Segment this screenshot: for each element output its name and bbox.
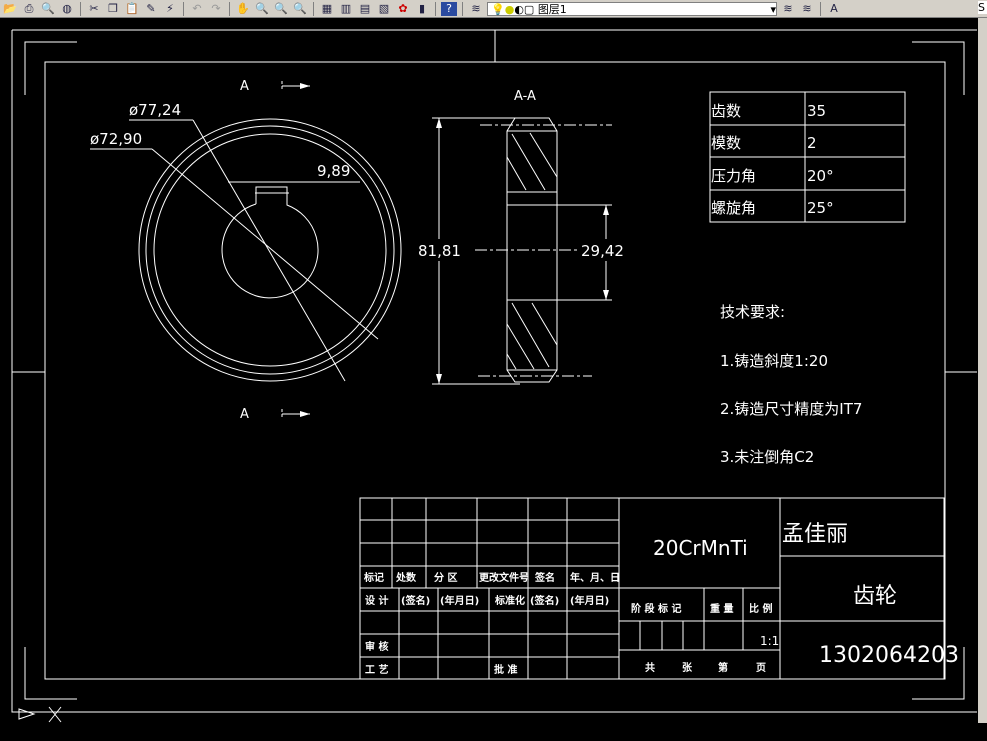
copy-icon[interactable]: ❐	[105, 2, 121, 16]
dim-bore: 29,42	[581, 242, 624, 260]
tech-requirement: 1.铸造斜度1:20	[720, 352, 828, 370]
param-label: 齿数	[711, 102, 741, 120]
param-value: 2	[807, 134, 817, 152]
print-icon[interactable]: ⎙	[21, 2, 37, 16]
tech-requirements-title: 技术要求:	[720, 303, 785, 321]
tb-author: 孟佳丽	[782, 522, 848, 547]
text-style-icon[interactable]: A	[826, 2, 842, 16]
tb-review: 审 核	[365, 640, 388, 653]
tb-design: (年月日)	[570, 594, 609, 607]
zoom-window-icon[interactable]: 🔍	[273, 2, 289, 16]
tb-sheets: 页	[756, 662, 766, 674]
sheet-set-icon[interactable]: ▧	[376, 2, 392, 16]
block-editor-icon[interactable]: ⚡	[162, 2, 178, 16]
param-label: 螺旋角	[711, 199, 756, 217]
right-toolbar-strip: S	[978, 1, 987, 723]
tb-design: (签名)	[530, 594, 559, 607]
tb-sheets: 张	[682, 661, 693, 674]
tb-design: (签名)	[401, 594, 430, 607]
tb-part-name: 齿轮	[853, 584, 897, 609]
tb-process: 工 艺	[365, 663, 388, 676]
param-label: 模数	[711, 134, 741, 152]
design-center-icon[interactable]: ▥	[338, 2, 354, 16]
tb-sheets: 第	[718, 661, 728, 674]
tb-sheets: 共	[645, 661, 655, 674]
layer-name: 图层1	[537, 2, 567, 16]
tb-design: (年月日)	[440, 594, 479, 607]
tb-stage: 阶 段 标 记	[631, 602, 681, 615]
tech-requirement: 2.铸造尺寸精度为IT7	[720, 400, 862, 418]
match-properties-icon[interactable]: ✎	[143, 2, 159, 16]
tb-drawing-number: 1302064203	[819, 643, 959, 668]
param-value: 20°	[807, 167, 834, 185]
section-title: A-A	[514, 89, 536, 104]
drawing-frame	[11, 29, 977, 713]
tb-header: 更改文件号	[479, 571, 529, 584]
pan-icon[interactable]: ✋	[235, 2, 251, 16]
dim-root-diameter: ø72,90	[90, 130, 142, 148]
param-value: 35	[807, 102, 826, 120]
zoom-previous-icon[interactable]: 🔍	[292, 2, 308, 16]
lightbulb-icon: 💡	[491, 2, 505, 16]
param-label: 压力角	[711, 167, 756, 185]
chevron-down-icon: ▾	[770, 2, 776, 16]
zoom-realtime-icon[interactable]: 🔍	[254, 2, 270, 16]
ucs-icon	[18, 706, 62, 723]
markup-icon[interactable]: ✿	[395, 2, 411, 16]
tb-header: 分 区	[434, 571, 457, 584]
tb-header: 签名	[534, 571, 555, 584]
section-label-bottom: A	[240, 407, 249, 422]
tb-weight: 重 量	[710, 602, 733, 615]
right-label: S	[978, 1, 987, 14]
paste-icon[interactable]: 📋	[124, 2, 140, 16]
tb-header: 处数	[395, 571, 417, 584]
help-icon[interactable]: ?	[441, 1, 457, 16]
dim-keyway: 9,89	[317, 162, 350, 180]
tb-header: 年、月、日	[570, 571, 620, 584]
tb-approve: 批 准	[494, 663, 517, 676]
make-current-layer-icon[interactable]: ≋	[780, 2, 796, 16]
tb-material: 20CrMnTi	[653, 536, 748, 560]
layer-previous-icon[interactable]: ≋	[799, 2, 815, 16]
layer-manager-icon[interactable]: ≋	[468, 2, 484, 16]
undo-icon[interactable]: ↶	[189, 2, 205, 16]
tb-design: 标准化	[494, 594, 525, 607]
tb-header: 标记	[363, 571, 384, 584]
tb-scale-label: 比 例	[749, 602, 772, 615]
dim-height: 81,81	[418, 242, 461, 260]
tech-requirement: 3.未注倒角C2	[720, 448, 814, 466]
publish-icon[interactable]: ◍	[59, 2, 75, 16]
param-value: 25°	[807, 199, 834, 217]
tool-palettes-icon[interactable]: ▤	[357, 2, 373, 16]
dim-outer-diameter: ø77,24	[129, 101, 181, 119]
layer-dropdown[interactable]: 💡●◐▢ 图层1 ▾	[487, 1, 777, 16]
open-icon[interactable]: 📂	[2, 2, 18, 16]
properties-icon[interactable]: ▦	[319, 2, 335, 16]
sun-icon: ●	[504, 2, 515, 16]
tb-design: 设 计	[365, 594, 388, 607]
cut-icon[interactable]: ✂	[86, 2, 102, 16]
preview-icon[interactable]: 🔍	[40, 2, 56, 16]
standard-toolbar: 📂 ⎙ 🔍 ◍ ✂ ❐ 📋 ✎ ⚡ ↶ ↷ ✋ 🔍 🔍 🔍 ▦ ▥ ▤ ▧ ✿ …	[0, 0, 987, 18]
section-label-top: A	[240, 79, 249, 94]
calculator-icon[interactable]: ▮	[414, 2, 430, 16]
drawing-canvas[interactable]: A A ø77,24 ø72,90 9,89 A-A 81,81 29,42 齿…	[0, 18, 978, 741]
redo-icon[interactable]: ↷	[208, 2, 224, 16]
tb-scale: 1:1	[760, 634, 779, 648]
